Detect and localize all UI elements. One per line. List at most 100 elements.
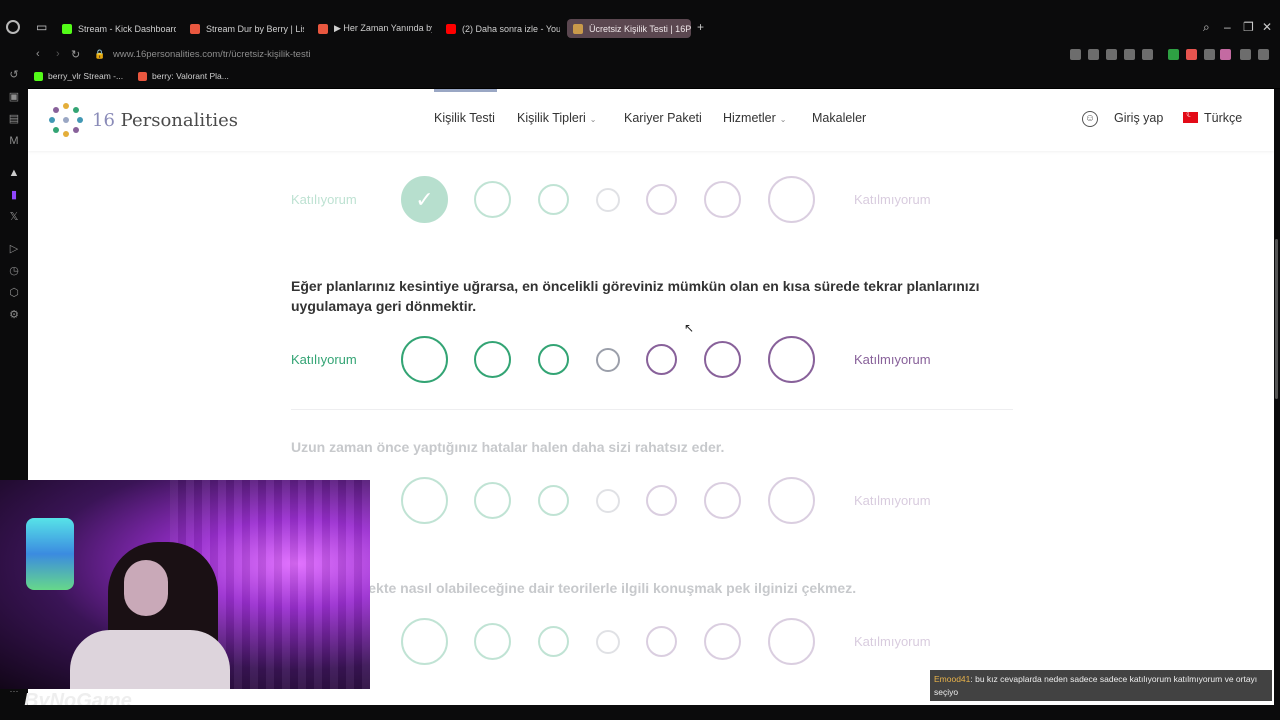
lock-icon: 🔒 — [94, 49, 106, 59]
page-scrollbar[interactable] — [1274, 89, 1280, 705]
settings-icon[interactable]: ⚙ — [7, 308, 21, 322]
answer-disagree-medium[interactable] — [704, 181, 741, 218]
answer-disagree-weak[interactable] — [646, 344, 677, 375]
answer-agree-medium[interactable] — [474, 623, 511, 660]
heart-icon[interactable] — [1142, 49, 1153, 60]
chat-text: : bu kız cevaplarda neden sadece sadece … — [934, 674, 1258, 697]
answer-agree-medium[interactable] — [474, 341, 511, 378]
answer-disagree-weak[interactable] — [646, 485, 677, 516]
language-selector[interactable]: Türkçe — [1183, 109, 1242, 125]
webcam-overlay — [0, 480, 370, 689]
stream-watermark: ByNoGame — [24, 690, 132, 705]
answer-disagree-weak[interactable] — [646, 184, 677, 215]
answer-disagree-strong[interactable] — [768, 176, 815, 223]
answer-disagree-strong[interactable] — [768, 336, 815, 383]
answer-agree-strong[interactable] — [401, 477, 448, 524]
bookmark-valorant[interactable]: berry: Valorant Pla... — [138, 71, 229, 81]
turkey-flag-icon — [1183, 109, 1198, 123]
x-icon[interactable]: 𝕏 — [7, 210, 21, 224]
bookmark-kick[interactable]: berry_vlr Stream -... — [34, 71, 123, 81]
download-icon[interactable] — [1240, 49, 1251, 60]
extensions-icon[interactable]: ⬡ — [7, 286, 21, 300]
mail-icon[interactable]: M — [7, 134, 21, 148]
forward-icon[interactable]: › — [56, 48, 60, 60]
answer-agree-strong[interactable] — [401, 618, 448, 665]
aria-icon[interactable]: ▲ — [7, 166, 21, 180]
minimize-icon[interactable]: – — [1224, 20, 1231, 34]
bag-icon[interactable]: ▣ — [7, 90, 21, 104]
answer-disagree-medium[interactable] — [704, 341, 741, 378]
answer-agree-medium[interactable] — [474, 482, 511, 519]
mouse-cursor-icon: ↖ — [684, 321, 695, 335]
nav-articles[interactable]: Makaleler — [812, 111, 866, 125]
question-divider — [291, 409, 1013, 410]
check-icon: ✓ — [415, 187, 434, 212]
answer-disagree-medium[interactable] — [704, 623, 741, 660]
tab-overview-icon[interactable]: ▭ — [36, 20, 47, 34]
tab-kick-dashboard[interactable]: Stream - Kick Dashboard — [56, 19, 176, 38]
new-tab-icon[interactable]: + — [697, 20, 704, 34]
reload-icon[interactable]: ↻ — [71, 48, 80, 61]
tab-16personalities[interactable]: Ücretsiz Kişilik Testi | 16P — [567, 19, 691, 38]
extension-icon[interactable] — [1070, 49, 1081, 60]
answer-neutral[interactable] — [596, 630, 620, 654]
pin-board-icon[interactable]: ▤ — [7, 112, 21, 126]
answer-disagree-strong[interactable] — [768, 477, 815, 524]
clock-icon[interactable]: ◷ — [7, 264, 21, 278]
nav-personality-test[interactable]: Kişilik Testi — [434, 111, 495, 125]
tab-label: Stream - Kick Dashboard — [78, 23, 176, 34]
nav-career-package[interactable]: Kariyer Paketi — [624, 111, 702, 125]
disagree-label: Katılmıyorum — [854, 192, 931, 207]
16p-favicon-icon — [573, 23, 583, 34]
tab-label: Stream Dur by Berry | Lis — [206, 23, 304, 34]
answer-agree-weak[interactable] — [538, 184, 569, 215]
play-icon[interactable] — [1124, 49, 1135, 60]
tab-her-zaman[interactable]: ▶ Her Zaman Yanında by — [312, 19, 432, 38]
answer-disagree-strong[interactable] — [768, 618, 815, 665]
url-field[interactable]: www.16personalities.com/tr/ücretsiz-kişi… — [113, 49, 310, 60]
rgb-lamp — [26, 518, 74, 590]
answer-agree-weak[interactable] — [538, 485, 569, 516]
answer-agree-weak[interactable] — [538, 344, 569, 375]
extension-red-icon[interactable] — [1186, 49, 1197, 60]
extensions-menu-icon[interactable] — [1204, 49, 1215, 60]
bookmark-label: berry_vlr Stream -... — [48, 71, 124, 81]
answer-agree-strong-selected[interactable]: ✓ — [401, 176, 448, 223]
answer-agree-strong[interactable] — [401, 336, 448, 383]
twitch-icon[interactable]: ▮ — [7, 188, 21, 202]
player-icon[interactable]: ▷ — [7, 242, 21, 256]
nav-personality-types[interactable]: Kişilik Tipleri ⌄ — [517, 111, 596, 125]
accessibility-icon[interactable]: ☺ — [1082, 111, 1098, 127]
answer-agree-medium[interactable] — [474, 181, 511, 218]
site-header: 16 Personalities Kişilik Testi Kişilik T… — [28, 89, 1274, 151]
login-link[interactable]: Giriş yap — [1114, 111, 1163, 125]
kick-favicon-icon — [34, 71, 43, 81]
close-window-icon[interactable]: ✕ — [1262, 20, 1272, 34]
extension-green-icon[interactable] — [1168, 49, 1179, 60]
site-logo[interactable]: 16 Personalities — [48, 102, 238, 138]
menu-icon[interactable] — [1258, 49, 1269, 60]
maximize-icon[interactable]: ❐ — [1243, 20, 1254, 34]
back-icon[interactable]: ‹ — [36, 48, 40, 60]
tab-label: ▶ Her Zaman Yanında by — [334, 23, 432, 33]
chevron-down-icon: ⌄ — [589, 115, 597, 124]
opera-logo-icon[interactable] — [6, 20, 20, 34]
profile-avatar-icon[interactable] — [1220, 49, 1231, 60]
answer-disagree-weak[interactable] — [646, 626, 677, 657]
nav-services[interactable]: Hizmetler ⌄ — [723, 111, 787, 125]
answer-agree-weak[interactable] — [538, 626, 569, 657]
answer-neutral[interactable] — [596, 348, 620, 372]
answer-neutral[interactable] — [596, 188, 620, 212]
history-icon[interactable]: ↺ — [7, 68, 21, 82]
valorant-favicon-icon — [138, 71, 147, 81]
search-tabs-icon[interactable]: ⌕ — [1203, 20, 1210, 35]
snapshot-icon[interactable] — [1088, 49, 1099, 60]
answer-disagree-medium[interactable] — [704, 482, 741, 519]
tab-youtube-watch-later[interactable]: (2) Daha sonra izle - YouT — [440, 19, 560, 38]
answer-neutral[interactable] — [596, 489, 620, 513]
scrollbar-thumb[interactable] — [1275, 239, 1278, 399]
address-bar: ‹ › ↻ 🔒 www.16personalities.com/tr/ücret… — [28, 44, 1280, 66]
pocket-icon[interactable] — [1106, 49, 1117, 60]
streamer-sweater — [70, 630, 230, 689]
tab-stream-dur[interactable]: Stream Dur by Berry | Lis — [184, 19, 304, 38]
